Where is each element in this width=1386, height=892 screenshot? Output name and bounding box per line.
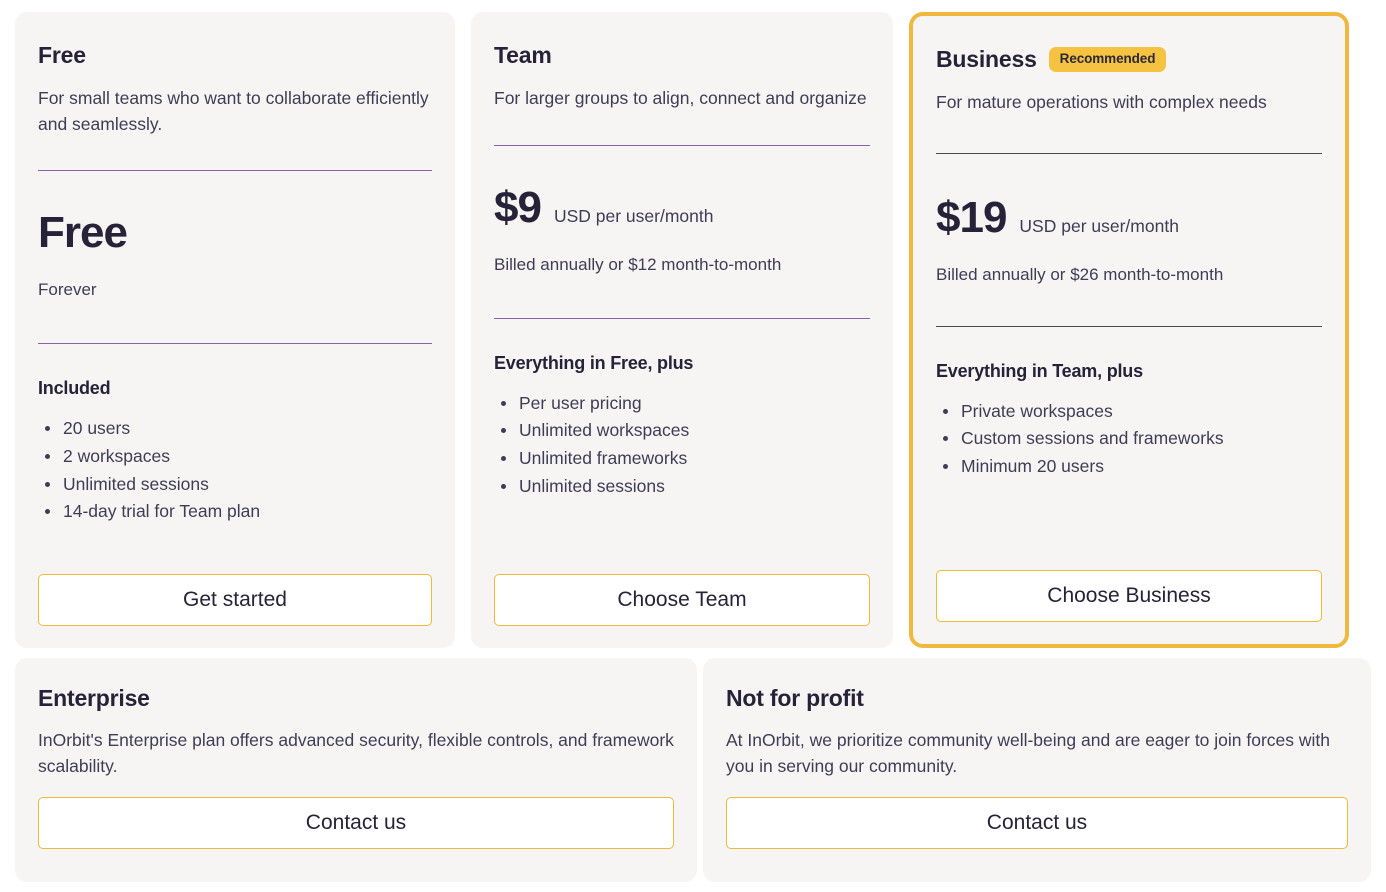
contact-us-button-enterprise[interactable]: Contact us xyxy=(38,796,674,849)
plan-description-nonprofit: At InOrbit, we prioritize community well… xyxy=(726,730,1331,776)
contact-us-button-nonprofit[interactable]: Contact us xyxy=(726,796,1348,849)
feature-item: 20 users xyxy=(38,415,432,443)
plan-name-nonprofit: Not for profit xyxy=(726,685,864,711)
price-amount-team: $9 xyxy=(494,182,542,232)
price-line-team: $9 USD per user/month xyxy=(494,182,870,232)
features-title-business: Everything in Team, plus xyxy=(936,360,1143,381)
plan-card-team: Team For larger groups to align, connect… xyxy=(471,12,893,648)
feature-item: 2 workspaces xyxy=(38,443,432,471)
price-line-free: Free xyxy=(38,211,432,255)
feature-item: Per user pricing xyxy=(494,390,870,418)
price-subtext-free: Forever xyxy=(38,280,97,300)
divider-bottom-free xyxy=(38,343,432,345)
plan-description-business: For mature operations with complex needs xyxy=(936,92,1267,112)
price-block-team: $9 USD per user/month Billed annually or… xyxy=(494,182,870,275)
price-block-business: $19 USD per user/month Billed annually o… xyxy=(936,192,1322,285)
feature-item: Unlimited sessions xyxy=(494,473,870,501)
plan-description-enterprise: InOrbit's Enterprise plan offers advance… xyxy=(38,730,674,776)
status-badge-recommended: Recommended xyxy=(1048,47,1167,72)
choose-business-button[interactable]: Choose Business xyxy=(936,570,1322,622)
price-amount-free: Free xyxy=(38,208,128,258)
price-subtext-business: Billed annually or $26 month-to-month xyxy=(936,264,1224,284)
divider-top-business xyxy=(936,152,1322,154)
divider-top-free xyxy=(38,170,432,172)
feature-item: Private workspaces xyxy=(936,398,1322,426)
features-title-team: Everything in Free, plus xyxy=(494,352,694,373)
plan-name-free: Free xyxy=(38,42,86,68)
get-started-button[interactable]: Get started xyxy=(38,574,432,626)
price-block-free: Free Forever xyxy=(38,211,432,300)
plan-description-free: For small teams who want to collaborate … xyxy=(38,88,429,134)
plan-name-team: Team xyxy=(494,42,552,68)
features-list-free: 20 users 2 workspaces Unlimited sessions… xyxy=(38,415,432,526)
divider-top-team xyxy=(494,144,870,146)
extra-plans-row: Enterprise InOrbit's Enterprise plan off… xyxy=(15,658,1371,882)
feature-item: 14-day trial for Team plan xyxy=(38,498,432,526)
features-list-team: Per user pricing Unlimited workspaces Un… xyxy=(494,390,870,501)
price-unit-business: USD per user/month xyxy=(1019,215,1179,236)
plan-header-business: Business Recommended xyxy=(936,46,1322,73)
plan-card-nonprofit: Not for profit At InOrbit, we prioritize… xyxy=(703,658,1371,882)
plan-card-enterprise: Enterprise InOrbit's Enterprise plan off… xyxy=(15,658,697,882)
plan-description-team: For larger groups to align, connect and … xyxy=(494,88,867,108)
pricing-tier-row: Free For small teams who want to collabo… xyxy=(15,12,1371,648)
plan-header-team: Team xyxy=(494,42,870,69)
price-unit-team: USD per user/month xyxy=(553,205,714,226)
feature-item: Custom sessions and frameworks xyxy=(936,425,1322,453)
features-title-free: Included xyxy=(38,378,111,399)
pricing-page: Free For small teams who want to collabo… xyxy=(0,0,1386,892)
plan-card-business: Business Recommended For mature operatio… xyxy=(909,12,1349,648)
price-amount-business: $19 xyxy=(936,192,1007,242)
price-subtext-team: Billed annually or $12 month-to-month xyxy=(494,254,782,274)
feature-item: Unlimited frameworks xyxy=(494,445,870,473)
plan-name-enterprise: Enterprise xyxy=(38,685,150,711)
plan-card-free: Free For small teams who want to collabo… xyxy=(15,12,455,648)
divider-bottom-business xyxy=(936,325,1322,327)
divider-bottom-team xyxy=(494,317,870,319)
feature-item: Minimum 20 users xyxy=(936,453,1322,481)
feature-item: Unlimited sessions xyxy=(38,471,432,499)
price-line-business: $19 USD per user/month xyxy=(936,192,1322,242)
choose-team-button[interactable]: Choose Team xyxy=(494,574,870,626)
plan-name-business: Business xyxy=(936,46,1037,72)
feature-item: Unlimited workspaces xyxy=(494,417,870,445)
features-list-business: Private workspaces Custom sessions and f… xyxy=(936,398,1322,481)
plan-header-free: Free xyxy=(38,42,432,69)
